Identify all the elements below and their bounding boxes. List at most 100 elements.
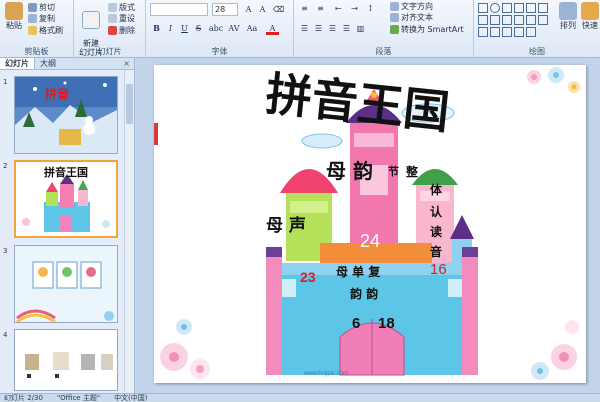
- copy-button[interactable]: 复制: [28, 13, 55, 24]
- quick-styles-button[interactable]: 快速: [580, 2, 600, 30]
- tab-outline[interactable]: 大纲: [35, 58, 61, 69]
- watermark: www.hcjlpic.com: [304, 371, 349, 377]
- count-16[interactable]: 16: [430, 261, 447, 278]
- delete-button[interactable]: 删除: [108, 25, 135, 36]
- label-du[interactable]: 读: [430, 223, 442, 240]
- scrollbar-thumb[interactable]: [126, 84, 133, 124]
- slides-panel: 幻灯片 大纲 × 1 拼音 2 拼音王国 3 4: [0, 58, 135, 393]
- shape-brace-icon[interactable]: [514, 15, 524, 25]
- label-yunmu[interactable]: 母 韵: [326, 155, 373, 184]
- panel-scrollbar[interactable]: [124, 70, 134, 392]
- tab-slides[interactable]: 幻灯片: [0, 58, 35, 69]
- count-23[interactable]: 23: [300, 269, 316, 285]
- shape-wave-icon[interactable]: [526, 15, 536, 25]
- slide-thumbnail-1[interactable]: 拼音: [14, 76, 118, 154]
- numbering-button[interactable]: ≡: [314, 2, 327, 15]
- brush-icon: [28, 26, 37, 35]
- shape-tri2-icon[interactable]: [478, 15, 488, 25]
- label-ti[interactable]: 体: [430, 181, 442, 198]
- align-text-button[interactable]: 对齐文本: [390, 12, 433, 23]
- shape-triangle-icon[interactable]: [526, 3, 536, 13]
- shrink-font-button[interactable]: A: [256, 3, 269, 16]
- smartart-icon: [390, 25, 399, 34]
- label-shengmu[interactable]: 母 声: [266, 211, 306, 236]
- justify-button[interactable]: ☰: [340, 22, 353, 35]
- bullets-button[interactable]: ≡: [298, 2, 311, 15]
- close-icon[interactable]: ×: [119, 58, 134, 69]
- font-name-combo[interactable]: [150, 3, 208, 16]
- slide-thumbnail-4[interactable]: [14, 329, 118, 391]
- char-spacing-button[interactable]: AV: [226, 22, 242, 35]
- label-yun[interactable]: 韵 韵: [350, 285, 378, 302]
- grow-font-button[interactable]: A: [242, 3, 255, 16]
- shape-cloud-icon[interactable]: [502, 27, 512, 37]
- strike-button[interactable]: S: [192, 22, 205, 35]
- shape-star-icon[interactable]: [538, 15, 548, 25]
- language: 中文(中国): [114, 394, 148, 402]
- align-left-button[interactable]: ☰: [298, 22, 311, 35]
- align-right-button[interactable]: ☰: [326, 22, 339, 35]
- count-18[interactable]: 18: [378, 315, 395, 332]
- slide-number: 2: [3, 162, 8, 170]
- shape-line-icon[interactable]: [502, 3, 512, 13]
- status-bar: 幻灯片 2/30 "Office 主题" 中文(中国): [0, 393, 600, 402]
- clear-format-button[interactable]: ⌫: [272, 3, 285, 16]
- shape-callout-icon[interactable]: [490, 27, 500, 37]
- shape-rect-icon[interactable]: [478, 3, 488, 13]
- line-spacing-button[interactable]: ↕: [364, 2, 377, 15]
- paragraph-label: 段落: [375, 47, 392, 56]
- shadow-button[interactable]: abc: [208, 22, 224, 35]
- label-yin[interactable]: 音: [430, 243, 442, 260]
- slide-number: 3: [3, 247, 8, 255]
- shape-heart-icon[interactable]: [514, 27, 524, 37]
- font-label: 字体: [211, 47, 228, 56]
- paste-icon: [5, 2, 23, 20]
- smartart-button[interactable]: 转换为 SmartArt: [390, 24, 464, 35]
- decrease-indent-button[interactable]: ⇤: [332, 2, 345, 15]
- shape-paren-icon[interactable]: [478, 27, 488, 37]
- italic-button[interactable]: I: [164, 22, 177, 35]
- text-direction-button[interactable]: 文字方向: [390, 1, 433, 12]
- label-jie[interactable]: 节: [388, 163, 399, 179]
- shape-curve-icon[interactable]: [538, 3, 548, 13]
- arrange-button[interactable]: 排列: [558, 2, 578, 30]
- underline-button[interactable]: U: [178, 22, 191, 35]
- align-center-button[interactable]: ☰: [312, 22, 325, 35]
- font-color-button[interactable]: A: [266, 22, 279, 35]
- shape-oval-icon[interactable]: [490, 3, 500, 13]
- images-thumb: [25, 352, 113, 378]
- format-painter-button[interactable]: 格式刷: [28, 25, 63, 36]
- cards-thumb: [15, 246, 117, 322]
- count-24[interactable]: 24: [360, 231, 380, 252]
- cut-button[interactable]: 剪切: [28, 2, 55, 13]
- columns-button[interactable]: ▥: [354, 22, 367, 35]
- increase-indent-button[interactable]: ⇥: [348, 2, 361, 15]
- theme-name: "Office 主题": [56, 394, 101, 402]
- label-zheng[interactable]: 整: [406, 163, 418, 180]
- shape-arrow-icon[interactable]: [514, 3, 524, 13]
- slide-counter: 幻灯片 2/30: [4, 394, 43, 402]
- count-6[interactable]: 6: [352, 315, 360, 332]
- label-fu[interactable]: 母 单 复: [336, 263, 380, 280]
- current-slide[interactable]: 拼音王国 母 韵 节 整 体 认 读 音 母 声 母 单 复 韵 韵 24 23…: [154, 65, 586, 383]
- shape-more-icon[interactable]: [526, 27, 536, 37]
- change-case-button[interactable]: Aa: [244, 22, 260, 35]
- thumb-1-title: 拼音: [45, 87, 70, 101]
- delete-icon: [108, 26, 117, 35]
- layout-button[interactable]: 版式: [108, 2, 135, 13]
- font-group: 28 A A ⌫ B I U S abc AV Aa A 字体: [146, 0, 294, 58]
- panel-tabs: 幻灯片 大纲 ×: [0, 58, 134, 70]
- quick-styles-icon: [581, 2, 599, 20]
- slides-group: 新建 幻灯片 版式 重设 删除 幻灯片: [74, 0, 146, 58]
- bold-button[interactable]: B: [150, 22, 163, 35]
- reset-button[interactable]: 重设: [108, 13, 135, 24]
- font-size-combo[interactable]: 28: [212, 3, 238, 16]
- slide-number: 4: [3, 331, 8, 339]
- copy-icon: [28, 14, 37, 23]
- shape-step-icon[interactable]: [490, 15, 500, 25]
- shape-bracket-icon[interactable]: [502, 15, 512, 25]
- paste-button[interactable]: 粘贴: [3, 2, 25, 30]
- label-ren[interactable]: 认: [430, 203, 442, 220]
- slide-thumbnail-3[interactable]: [14, 245, 118, 323]
- slide-thumbnail-2[interactable]: 拼音王国: [14, 160, 118, 238]
